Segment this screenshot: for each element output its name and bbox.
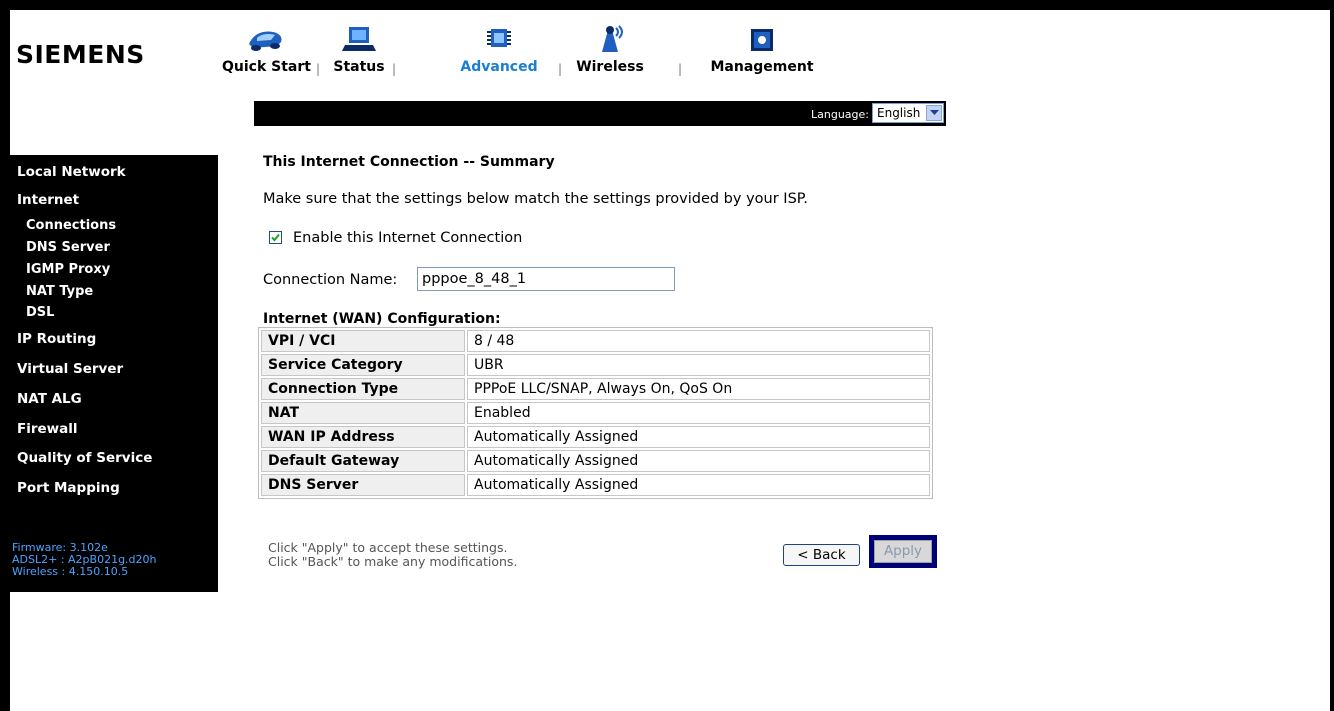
window-frame-left — [0, 0, 10, 711]
sidebar-item-local-network[interactable]: Local Network — [17, 164, 126, 180]
row-key: Default Gateway — [261, 450, 465, 472]
help-back-text: Click "Back" to make any modifications. — [268, 554, 518, 569]
nav-status-label: Status — [333, 59, 385, 75]
row-key: VPI / VCI — [261, 330, 465, 352]
chip-icon — [487, 29, 511, 47]
language-bar: Language: English — [254, 101, 946, 126]
chevron-down-icon[interactable] — [926, 105, 942, 121]
nav-separator: | — [558, 62, 563, 76]
table-row: Connection Type PPPoE LLC/SNAP, Always On… — [261, 378, 930, 400]
row-key: NAT — [261, 402, 465, 424]
sidebar-item-firewall[interactable]: Firewall — [17, 421, 78, 437]
language-select[interactable]: English — [872, 103, 944, 123]
sidebar-item-virtual-server[interactable]: Virtual Server — [17, 361, 123, 377]
sidebar: Local Network Internet Connections DNS S… — [10, 155, 218, 592]
sidebar-item-igmp-proxy[interactable]: IGMP Proxy — [26, 262, 110, 277]
row-key: Service Category — [261, 354, 465, 376]
row-key: WAN IP Address — [261, 426, 465, 448]
laptop-icon — [342, 27, 376, 51]
row-value: Enabled — [467, 402, 930, 424]
help-apply-text: Click "Apply" to accept these settings. — [268, 540, 508, 555]
wan-config-table: VPI / VCI 8 / 48 Service Category UBR Conn… — [258, 327, 933, 499]
connection-name-label: Connection Name: — [263, 272, 398, 288]
enable-connection-checkbox[interactable] — [269, 231, 282, 244]
table-row: NAT Enabled — [261, 402, 930, 424]
nav-separator: | — [392, 62, 397, 76]
sidebar-item-port-mapping[interactable]: Port Mapping — [17, 480, 120, 496]
apply-button[interactable]: Apply — [874, 540, 932, 563]
nav-wireless-label: Wireless — [576, 59, 644, 75]
antenna-icon — [602, 25, 623, 52]
nav-advanced-label: Advanced — [460, 59, 538, 75]
wireless-version: Wireless : 4.150.10.5 — [12, 565, 129, 578]
row-value: Automatically Assigned — [467, 474, 930, 496]
table-row: WAN IP Address Automatically Assigned — [261, 426, 930, 448]
table-row: DNS Server Automatically Assigned — [261, 474, 930, 496]
row-key: Connection Type — [261, 378, 465, 400]
sidebar-item-dsl[interactable]: DSL — [26, 305, 54, 320]
nav-management[interactable]: Management — [704, 22, 820, 82]
connection-name-input[interactable] — [417, 267, 675, 291]
sidebar-item-dns-server[interactable]: DNS Server — [26, 240, 110, 255]
table-row: Service Category UBR — [261, 354, 930, 376]
nav-quick-start-label: Quick Start — [222, 59, 311, 75]
apply-button-focus: Apply — [869, 535, 937, 568]
gear-box-icon — [751, 29, 773, 51]
wan-config-header: Internet (WAN) Configuration: — [263, 311, 501, 327]
nav-quick-start[interactable]: Quick Start — [222, 22, 311, 82]
nav-separator: | — [678, 62, 683, 76]
sidebar-item-connections[interactable]: Connections — [26, 218, 116, 233]
nav-separator: | — [316, 62, 321, 76]
nav-status[interactable]: Status — [333, 22, 385, 82]
instruction-text: Make sure that the settings below match … — [263, 191, 808, 207]
language-value: English — [877, 106, 921, 120]
table-row: Default Gateway Automatically Assigned — [261, 450, 930, 472]
row-value: 8 / 48 — [467, 330, 930, 352]
sidebar-item-internet[interactable]: Internet — [17, 192, 79, 208]
nav-advanced[interactable]: Advanced — [457, 22, 541, 82]
nav-management-label: Management — [710, 59, 814, 75]
brand-logo: SIEMENS — [16, 40, 145, 69]
window-frame-right — [1330, 0, 1334, 711]
row-key: DNS Server — [261, 474, 465, 496]
nav-wireless[interactable]: Wireless — [575, 22, 645, 82]
row-value: PPPoE LLC/SNAP, Always On, QoS On — [467, 378, 930, 400]
sidebar-item-nat-type[interactable]: NAT Type — [26, 284, 93, 299]
help-text: Click "Apply" to accept these settings. … — [268, 541, 517, 569]
checkmark-icon — [271, 233, 280, 242]
row-value: Automatically Assigned — [467, 450, 930, 472]
table-row: VPI / VCI 8 / 48 — [261, 330, 930, 352]
window-frame-top — [0, 0, 1334, 10]
language-label: Language: — [811, 108, 869, 121]
sidebar-item-ip-routing[interactable]: IP Routing — [17, 331, 96, 347]
car-icon — [249, 31, 282, 51]
sidebar-item-nat-alg[interactable]: NAT ALG — [17, 391, 82, 407]
back-button[interactable]: < Back — [783, 544, 860, 566]
page-title: This Internet Connection -- Summary — [263, 154, 555, 170]
enable-connection-label: Enable this Internet Connection — [293, 230, 523, 246]
row-value: UBR — [467, 354, 930, 376]
sidebar-item-quality-of-service[interactable]: Quality of Service — [17, 450, 152, 466]
row-value: Automatically Assigned — [467, 426, 930, 448]
